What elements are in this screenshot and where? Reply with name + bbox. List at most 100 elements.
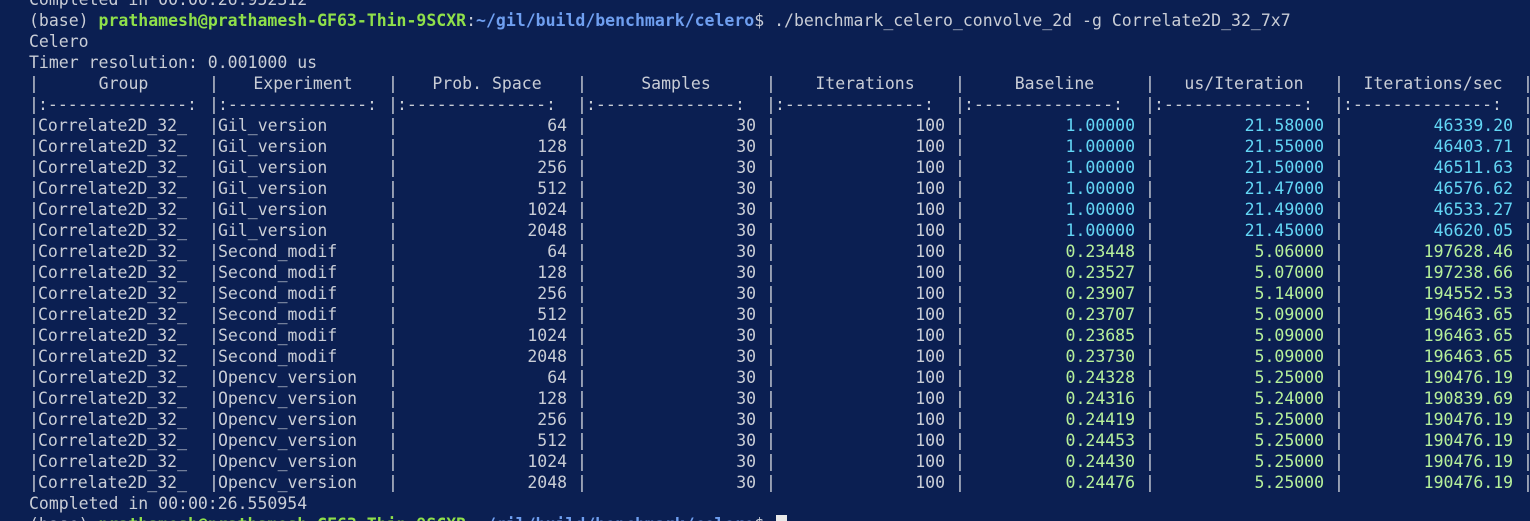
table-separator-cell: :--------------: — [586, 95, 745, 114]
table-pipe: | — [209, 410, 218, 429]
table-cell: 100 — [915, 137, 955, 156]
table-cell: 196463.65 — [1423, 305, 1523, 324]
table-cell: 197628.46 — [1423, 242, 1523, 261]
table-pipe: | — [388, 137, 397, 156]
table-pipe: | — [209, 431, 218, 450]
table-cell: Correlate2D_32_ — [38, 116, 188, 135]
prompt-user-host: prathamesh@prathamesh-GF63-Thin-9SCXR — [99, 515, 467, 521]
table-cell: 30 — [736, 431, 766, 450]
table-pipe: | — [577, 221, 586, 240]
table-cell: 5.07000 — [1254, 263, 1334, 282]
table-pipe: | — [209, 347, 218, 366]
table-pipe: | — [209, 242, 218, 261]
table-cell: 190839.69 — [1423, 389, 1523, 408]
table-pipe: | — [388, 326, 397, 345]
table-cell: 21.47000 — [1244, 179, 1334, 198]
table-pipe: | — [1523, 452, 1530, 471]
table-cell: Correlate2D_32_ — [38, 368, 188, 387]
table-pipe: | — [209, 263, 218, 282]
table-cell: 30 — [736, 179, 766, 198]
table-cell: Opencv_version — [218, 368, 358, 387]
table-pipe: | — [29, 305, 38, 324]
terminal-window[interactable]: Completed in 00:00:26.952312 (base) prat… — [0, 0, 1530, 521]
table-cell: 5.25000 — [1254, 410, 1334, 429]
table-cell: 30 — [736, 137, 766, 156]
table-separator: |:--------------: |:--------------: |:----… — [29, 94, 1530, 115]
table-pipe: | — [209, 305, 218, 324]
cursor — [776, 515, 788, 521]
table-cell: 100 — [915, 263, 955, 282]
table-pipe: | — [577, 242, 586, 261]
prompt-path: ~/gil/build/benchmark/celero — [476, 515, 754, 521]
table-pipe: | — [1334, 200, 1343, 219]
table-cell: 0.24430 — [1065, 452, 1145, 471]
table-cell: 21.58000 — [1244, 116, 1334, 135]
table-pipe: | — [209, 473, 218, 492]
table-pipe: | — [209, 179, 218, 198]
table-cell: 2048 — [527, 473, 577, 492]
table-pipe: | — [1523, 221, 1530, 240]
table-pipe: | — [1523, 410, 1530, 429]
table-cell: 46339.20 — [1433, 116, 1523, 135]
table-pipe: | — [1334, 473, 1343, 492]
table-pipe: | — [1145, 410, 1154, 429]
table-pipe: | — [1145, 179, 1154, 198]
table-pipe: | — [209, 452, 218, 471]
table-pipe: | — [388, 410, 397, 429]
table-pipe: | — [1523, 116, 1530, 135]
results-table: | Group | Experiment | Prob. Space | Samples | It… — [29, 73, 1530, 493]
table-pipe: | — [766, 200, 775, 219]
table-cell: 0.24476 — [1065, 473, 1145, 492]
table-cell: 64 — [547, 242, 577, 261]
table-pipe: | — [577, 452, 586, 471]
table-pipe: | — [209, 389, 218, 408]
table-cell: 5.09000 — [1254, 326, 1334, 345]
table-cell: 30 — [736, 305, 766, 324]
table-header-cell: Iterations — [815, 74, 915, 93]
table-row: | Correlate2D_32_ | Gil_version | 256 | 30 | 10… — [29, 157, 1530, 178]
table-pipe: | — [1334, 410, 1343, 429]
table-row: | Correlate2D_32_ | Opencv_version | 64 | 30 |… — [29, 367, 1530, 388]
table-pipe: | — [577, 116, 586, 135]
table-cell: 100 — [915, 431, 955, 450]
table-cell: 100 — [915, 410, 955, 429]
table-pipe: | — [577, 158, 586, 177]
table-pipe: | — [955, 389, 964, 408]
table-pipe: | — [388, 389, 397, 408]
table-pipe: | — [1145, 74, 1154, 93]
table-cell: 5.25000 — [1254, 452, 1334, 471]
table-pipe: | — [209, 200, 218, 219]
next-prompt-line[interactable]: (base) prathamesh@prathamesh-GF63-Thin-9… — [29, 514, 1530, 521]
table-cell: 21.50000 — [1244, 158, 1334, 177]
table-pipe: | — [766, 221, 775, 240]
table-pipe: | — [209, 158, 218, 177]
table-pipe: | — [955, 137, 964, 156]
table-pipe: | — [766, 368, 775, 387]
table-pipe: | — [1145, 347, 1154, 366]
table-cell: 21.55000 — [1244, 137, 1334, 156]
table-separator-cell: :--------------: — [964, 95, 1123, 114]
table-cell: 197238.66 — [1423, 263, 1523, 282]
table-cell: 128 — [537, 263, 577, 282]
table-cell: 512 — [537, 305, 577, 324]
table-pipe: | — [577, 326, 586, 345]
table-pipe: | — [1523, 389, 1530, 408]
table-cell: 1.00000 — [1065, 116, 1145, 135]
table-cell: Correlate2D_32_ — [38, 200, 188, 219]
table-pipe: | — [955, 305, 964, 324]
table-pipe: | — [209, 137, 218, 156]
table-pipe: | — [388, 116, 397, 135]
table-pipe: | — [1145, 200, 1154, 219]
table-pipe: | — [577, 473, 586, 492]
prompt-path: ~/gil/build/benchmark/celero — [476, 11, 755, 30]
table-pipe: | — [1523, 137, 1530, 156]
table-pipe: | — [1523, 74, 1530, 93]
table-cell: 5.25000 — [1254, 368, 1334, 387]
table-pipe: | — [1334, 305, 1343, 324]
table-row: | Correlate2D_32_ | Second_modif | 256 | 30 | 1… — [29, 283, 1530, 304]
table-pipe: | — [388, 95, 397, 114]
table-cell: 100 — [915, 242, 955, 261]
table-pipe: | — [766, 452, 775, 471]
table-separator-cell: :--------------: — [1343, 95, 1502, 114]
table-pipe: | — [29, 95, 38, 114]
